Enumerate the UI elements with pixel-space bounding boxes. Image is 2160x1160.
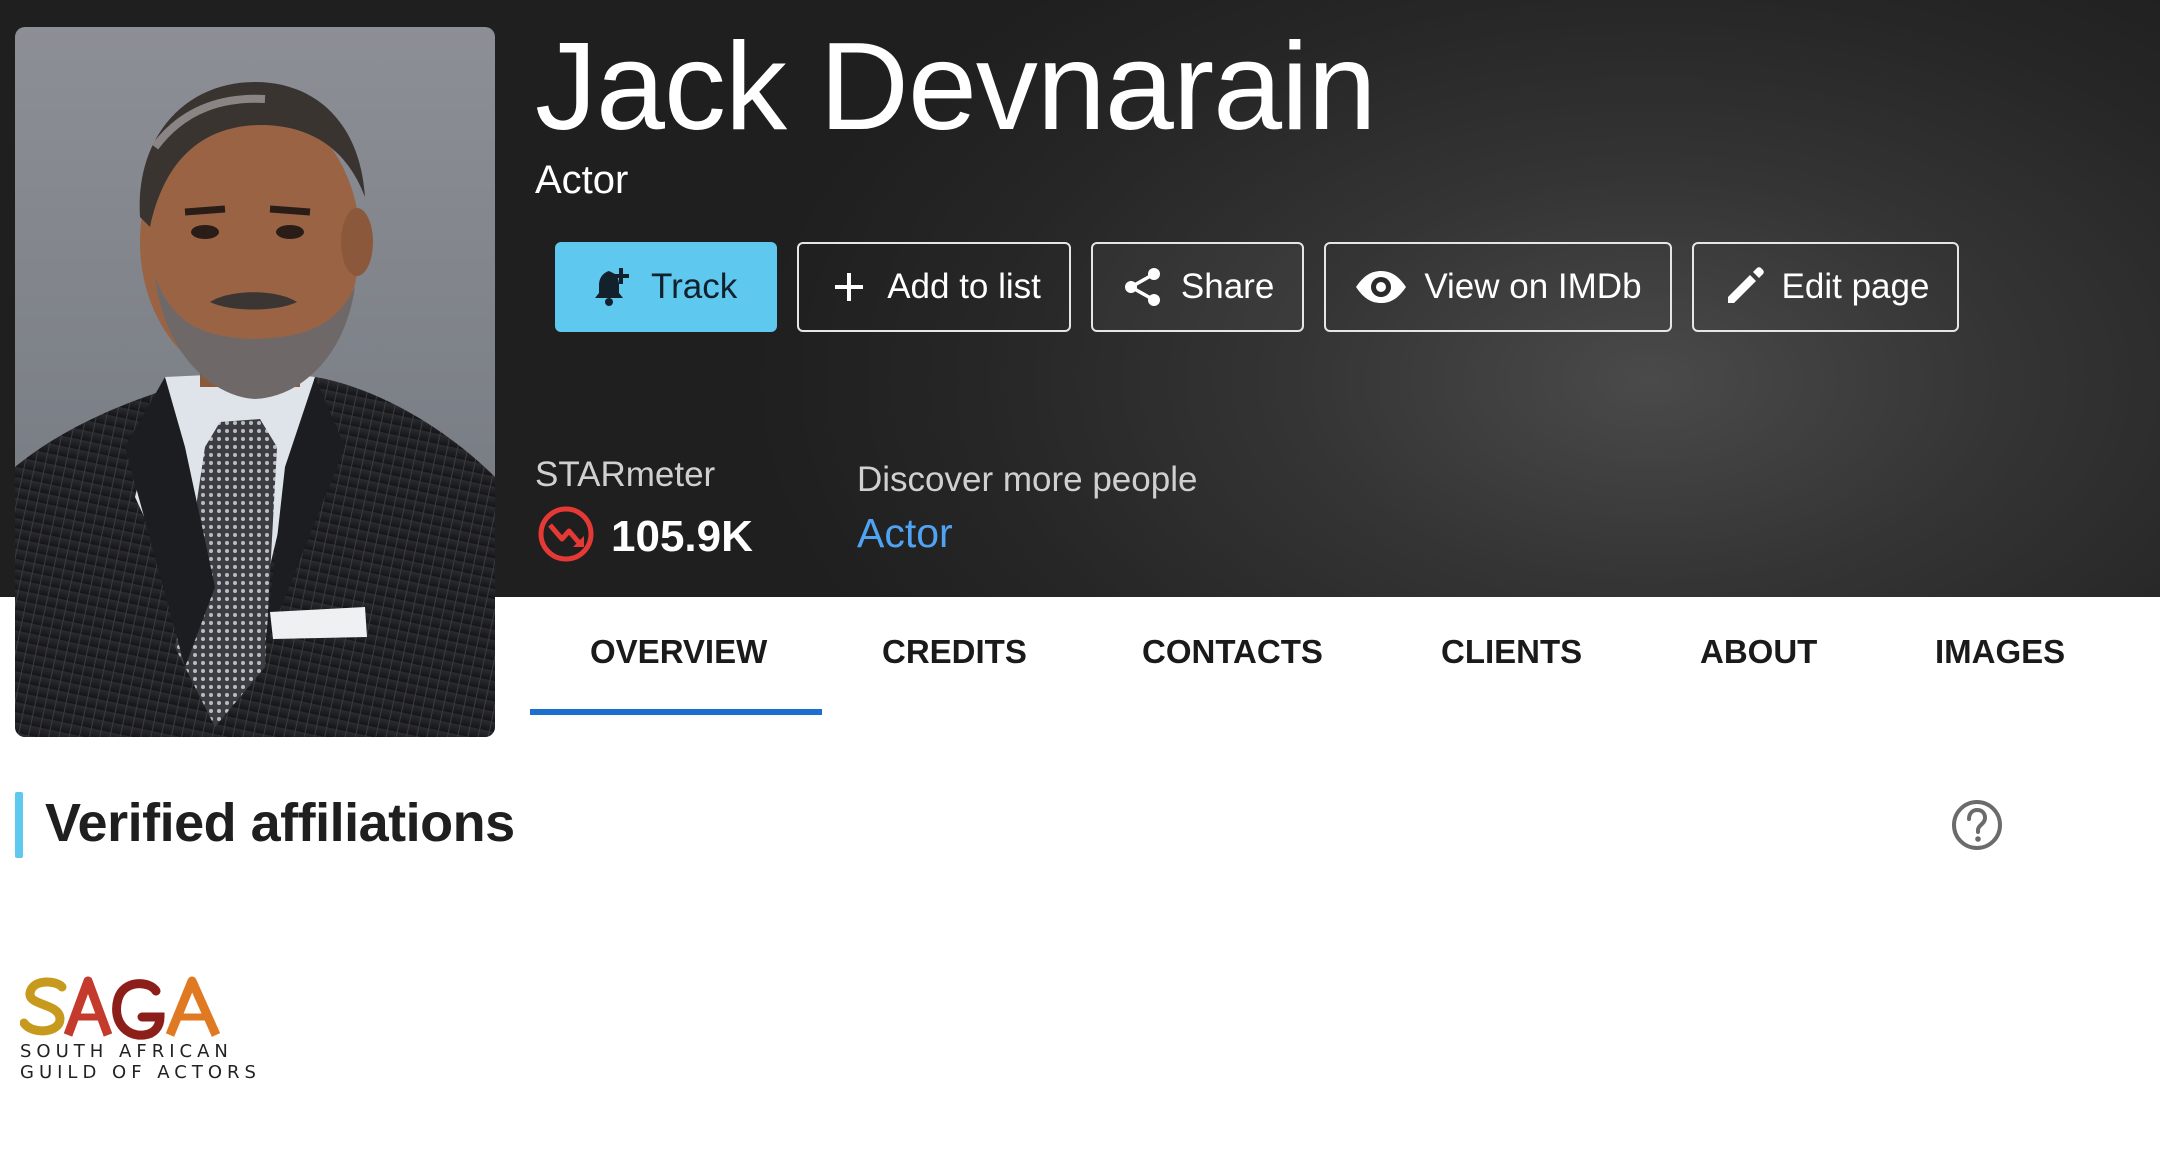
plus-icon [827, 265, 871, 309]
share-button[interactable]: Share [1090, 242, 1305, 332]
active-tab-indicator [530, 709, 822, 715]
tab-clients[interactable]: CLIENTS [1441, 633, 1582, 671]
eye-icon [1354, 265, 1408, 309]
profile-photo[interactable] [15, 27, 495, 737]
discover-label: Discover more people [857, 460, 1198, 499]
view-on-imdb-button[interactable]: View on IMDb [1324, 242, 1672, 332]
share-label: Share [1180, 267, 1275, 306]
track-button[interactable]: Track [555, 242, 778, 332]
starmeter-value: 105.9K [611, 511, 753, 561]
tab-images[interactable]: IMAGES [1935, 633, 2065, 671]
action-bar: Track Add to list Share View on IMDb Edi… [555, 242, 1960, 332]
bell-plus-icon [591, 265, 635, 309]
portrait-illustration [15, 82, 495, 737]
tab-credits[interactable]: CREDITS [882, 633, 1027, 671]
starmeter-label: STARmeter [535, 455, 716, 494]
saga-line-2: GUILD OF ACTORS [20, 1062, 261, 1083]
edit-page-button[interactable]: Edit page [1691, 242, 1960, 332]
tab-contacts[interactable]: CONTACTS [1142, 633, 1323, 671]
person-name: Jack Devnarain [535, 18, 1377, 156]
edit-page-label: Edit page [1781, 267, 1930, 306]
trend-down-icon [537, 505, 595, 568]
pencil-icon [1722, 265, 1766, 309]
add-to-list-label: Add to list [887, 267, 1041, 306]
saga-line-1: SOUTH AFRICAN [20, 1041, 233, 1062]
tab-overview[interactable]: OVERVIEW [590, 633, 767, 671]
section-title: Verified affiliations [45, 793, 515, 853]
section-accent-bar [15, 792, 23, 858]
share-icon [1121, 265, 1165, 309]
person-role: Actor [535, 158, 629, 202]
view-on-imdb-label: View on IMDb [1424, 267, 1642, 306]
question-circle-icon[interactable] [1950, 798, 2004, 852]
track-label: Track [651, 267, 738, 306]
add-to-list-button[interactable]: Add to list [797, 242, 1071, 332]
profile-page: Jack Devnarain Actor Track Add to list S… [0, 0, 2160, 1160]
tab-about[interactable]: ABOUT [1700, 633, 1817, 671]
saga-wordmark [19, 975, 230, 1041]
discover-actor-link[interactable]: Actor [857, 510, 953, 557]
starmeter-value-row[interactable]: 105.9K [537, 505, 753, 568]
saga-logo[interactable]: SOUTH AFRICAN GUILD OF ACTORS [19, 975, 261, 1083]
